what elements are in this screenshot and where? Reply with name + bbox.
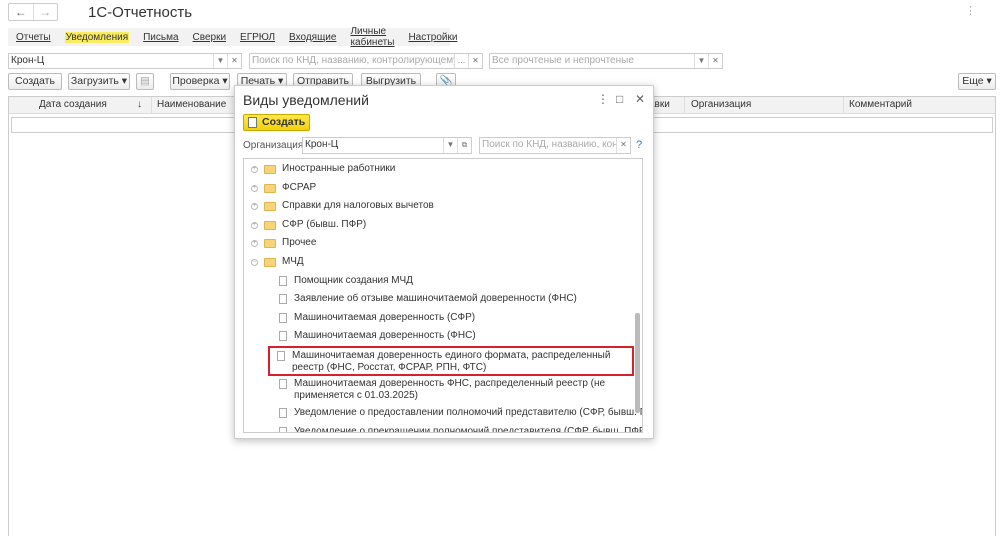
tree-item[interactable]: Заявление об отзыве машиночитаемой довер…: [244, 290, 642, 309]
document-icon: [279, 408, 287, 419]
tab-notifications[interactable]: Уведомления: [64, 31, 130, 43]
tree-item[interactable]: Уведомление о прекращении полномочий пре…: [244, 423, 642, 432]
tab-letters[interactable]: Письма: [143, 32, 178, 43]
expand-icon[interactable]: +: [251, 203, 258, 211]
tab-settings[interactable]: Настройки: [408, 32, 457, 43]
folder-icon: [264, 239, 276, 249]
collapse-icon[interactable]: −: [251, 258, 258, 266]
tree-folder[interactable]: + Иностранные работники: [244, 160, 642, 179]
clear-icon[interactable]: ✕: [616, 138, 630, 153]
tree-folder[interactable]: + Прочее: [244, 234, 642, 253]
dialog-title: Виды уведомлений: [243, 92, 369, 108]
dropdown-icon[interactable]: ▼: [443, 138, 457, 153]
notification-types-tree: + Иностранные работники + ФСРАР + Справки д…: [243, 158, 643, 433]
document-icon: [279, 331, 287, 342]
tree-folder[interactable]: + Справки для налоговых вычетов: [244, 197, 642, 216]
document-icon: [279, 275, 287, 286]
tab-cabinets[interactable]: Личные кабинеты: [350, 26, 394, 48]
dialog-search-input[interactable]: Поиск по КНД, названию, контр...✕: [479, 137, 631, 154]
divider: [151, 97, 152, 113]
tree-folder-mchd[interactable]: − МЧД: [244, 253, 642, 272]
clear-icon[interactable]: ✕: [708, 54, 722, 68]
document-icon: [279, 427, 287, 432]
clear-icon[interactable]: ✕: [227, 54, 241, 68]
scrollbar-thumb[interactable]: [635, 313, 640, 413]
open-icon[interactable]: ⧉: [457, 138, 471, 153]
tree-item-highlighted[interactable]: Машиночитаемая доверенность единого форм…: [268, 345, 634, 376]
select-icon[interactable]: …: [454, 54, 468, 68]
tree-item[interactable]: Помощник создания МЧД: [244, 272, 642, 291]
maximize-icon[interactable]: □: [616, 92, 623, 106]
check-button[interactable]: Проверка ▾: [170, 73, 230, 90]
create-doc-icon: [248, 117, 257, 128]
search-input[interactable]: Поиск по КНД, названию, контролирующему …: [249, 53, 483, 69]
more-menu-icon[interactable]: ⋮: [965, 4, 976, 17]
tab-incoming[interactable]: Входящие: [289, 32, 336, 43]
expand-icon[interactable]: +: [251, 184, 258, 192]
col-date[interactable]: Дата создания: [39, 99, 107, 110]
divider: [843, 97, 844, 113]
read-status-filter[interactable]: Все прочтеные и непрочтеные ▼ ✕: [489, 53, 723, 69]
tree-item[interactable]: Уведомление о предоставлении полномочий …: [244, 404, 642, 423]
folder-icon: [264, 257, 276, 267]
more-icon[interactable]: ⋮: [597, 92, 609, 106]
dropdown-icon[interactable]: ▼: [213, 54, 227, 68]
col-name[interactable]: Наименование: [157, 99, 226, 110]
app-title: 1С-Отчетность: [88, 4, 193, 21]
folder-icon: [264, 220, 276, 230]
tab-reconciliations[interactable]: Сверки: [193, 32, 227, 43]
scrollbar[interactable]: [635, 173, 640, 429]
divider: [684, 97, 685, 113]
notification-types-dialog: Виды уведомлений ⋮ □ ✕ Создать Организац…: [234, 85, 654, 439]
sort-icon[interactable]: ↓: [137, 99, 142, 110]
close-icon[interactable]: ✕: [635, 92, 645, 106]
tree-folder[interactable]: + СФР (бывш. ПФР): [244, 216, 642, 235]
dropdown-icon[interactable]: ▼: [694, 54, 708, 68]
clear-icon[interactable]: ✕: [468, 54, 482, 68]
tree-item[interactable]: Машиночитаемая доверенность (ФНС): [244, 327, 642, 346]
col-comment[interactable]: Комментарий: [849, 99, 912, 110]
tab-egrul[interactable]: ЕГРЮЛ: [240, 32, 275, 43]
expand-icon[interactable]: +: [251, 221, 258, 229]
folder-icon: [264, 202, 276, 212]
help-icon[interactable]: ?: [636, 139, 642, 151]
document-icon: [277, 350, 285, 361]
tree-item[interactable]: Машиночитаемая доверенность (СФР): [244, 309, 642, 328]
back-button[interactable]: ←: [9, 4, 33, 20]
more-button[interactable]: Еще ▾: [958, 73, 996, 90]
col-organization[interactable]: Организация: [691, 99, 751, 110]
expand-icon[interactable]: +: [251, 240, 258, 248]
create-button[interactable]: Создать: [8, 73, 62, 90]
tree-folder[interactable]: + ФСРАР: [244, 179, 642, 198]
print-doc-icon[interactable]: ▤: [136, 73, 154, 90]
folder-icon: [264, 165, 276, 174]
document-icon: [279, 378, 287, 389]
document-icon: [279, 312, 287, 323]
folder-icon: [264, 183, 276, 193]
load-button[interactable]: Загрузить ▾: [68, 73, 130, 90]
section-tabs: Отчеты Уведомления Письма Сверки ЕГРЮЛ В…: [8, 26, 457, 48]
dialog-org-field[interactable]: Крон-Ц ▼ ⧉: [302, 137, 472, 154]
org-label: Организация:: [243, 140, 307, 151]
tab-reports[interactable]: Отчеты: [16, 32, 51, 43]
tree-item[interactable]: Машиночитаемая доверенность ФНС, распред…: [244, 376, 642, 405]
document-icon: [279, 294, 287, 305]
nav-buttons: ← →: [8, 3, 58, 21]
dialog-create-button[interactable]: Создать: [243, 114, 310, 131]
organization-filter[interactable]: Крон-Ц ▼ ✕: [8, 53, 242, 69]
forward-button[interactable]: →: [32, 4, 58, 20]
expand-icon[interactable]: +: [251, 166, 258, 173]
